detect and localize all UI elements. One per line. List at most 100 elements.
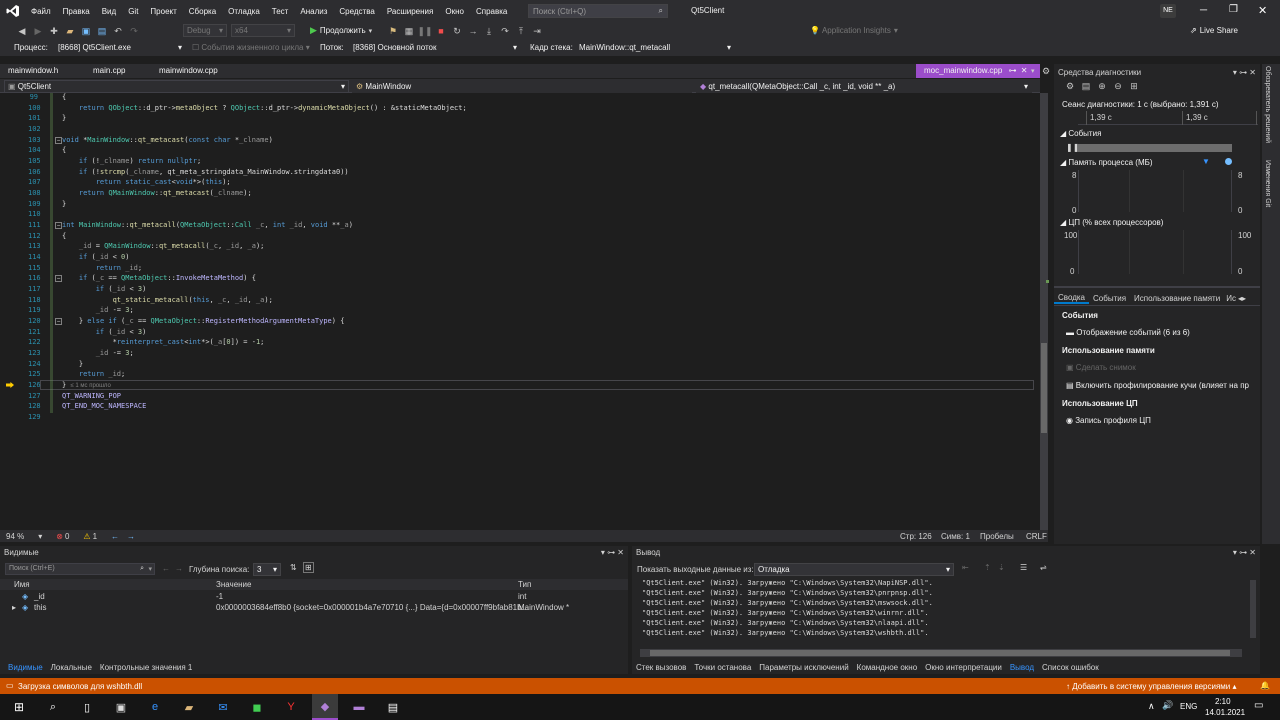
menu-test[interactable]: Тест xyxy=(266,7,295,16)
tab-exception-settings[interactable]: Параметры исключений xyxy=(755,663,852,672)
menu-extensions[interactable]: Расширения xyxy=(381,7,440,16)
search-icon[interactable]: ⌕ xyxy=(40,694,66,720)
depth-select[interactable]: 3 ▾ xyxy=(253,563,281,576)
nav-back-icon[interactable]: ← xyxy=(111,532,119,541)
mail-icon[interactable]: ✉ xyxy=(210,694,236,720)
select-tools-icon[interactable]: ▤ xyxy=(1080,80,1092,92)
diagnostics-splitter[interactable] xyxy=(1054,286,1260,288)
hex-icon[interactable]: ⇥ xyxy=(531,25,543,37)
pin-icon[interactable]: ⊶ xyxy=(607,548,615,557)
fold-toggle[interactable]: − xyxy=(55,275,62,282)
close-icon[interactable]: ✕ xyxy=(1249,68,1256,77)
volume-icon[interactable]: 🔊 xyxy=(1162,700,1173,711)
find-message-icon[interactable]: ⇤ xyxy=(962,563,969,572)
filter-icon[interactable]: ▼ xyxy=(1202,157,1210,166)
menu-window[interactable]: Окно xyxy=(439,7,470,16)
close-tab-icon[interactable]: ✕ xyxy=(1021,66,1028,75)
tab-mainwindow-cpp[interactable]: mainwindow.cpp xyxy=(151,64,226,78)
step-into-icon[interactable]: ⤓ xyxy=(483,25,495,37)
keyboard-language[interactable]: ENG xyxy=(1180,702,1197,711)
line-endings[interactable]: CRLF xyxy=(1026,532,1047,541)
output-hscroll-thumb[interactable] xyxy=(650,650,1230,656)
diag-icon[interactable]: ▦ xyxy=(403,25,415,37)
user-avatar[interactable]: NE xyxy=(1160,4,1176,18)
settings-icon[interactable]: ⚙ xyxy=(1064,80,1076,92)
tab-cpu[interactable]: Ис xyxy=(1224,294,1238,303)
store-icon[interactable]: ▣ xyxy=(108,694,134,720)
git-changes-tab[interactable]: Изменения Git xyxy=(1264,160,1271,207)
back-nav-icon[interactable]: ◀ xyxy=(16,25,28,37)
fold-toggle[interactable]: − xyxy=(55,137,62,144)
save-icon[interactable]: ▣ xyxy=(80,25,92,37)
pause-icon[interactable]: ❚❚ xyxy=(417,25,432,37)
continue-button[interactable]: ▶ Продолжить ▾ xyxy=(310,25,372,36)
member-select[interactable]: ◆ qt_metacall(QMetaObject::Call _c, int … xyxy=(696,80,1032,93)
solution-explorer-tab[interactable]: Обозреватель решений xyxy=(1264,66,1271,143)
next-message-icon[interactable]: ⇣ xyxy=(998,563,1005,572)
pin-columns-icon[interactable]: ⇅ xyxy=(290,563,297,572)
table-row[interactable]: ▸ ◈ this 0x0000003684eff8b0 {socket=0x00… xyxy=(0,603,628,613)
notifications-icon[interactable]: 🔔 xyxy=(1260,681,1270,690)
menu-git[interactable]: Git xyxy=(122,7,144,16)
expand-icon[interactable]: ▸ xyxy=(12,603,16,612)
class-scope-select[interactable]: ⚙ MainWindow xyxy=(352,80,692,93)
col-name[interactable]: Имя xyxy=(14,580,30,589)
nav-forward-icon[interactable]: → xyxy=(127,532,135,541)
show-events-link[interactable]: ▬ Отображение событий (6 из 6) xyxy=(1066,328,1190,337)
warning-icon[interactable]: ⚠ xyxy=(83,532,90,541)
vertical-scrollbar[interactable] xyxy=(1040,93,1048,530)
tab-locals[interactable]: Локальные xyxy=(47,663,96,672)
stop-icon[interactable]: ■ xyxy=(435,25,447,37)
chevron-down-icon[interactable]: ▾ xyxy=(601,548,605,557)
qt-creator-icon[interactable]: ◼ xyxy=(244,694,270,720)
zoom-out-icon[interactable]: ⊖ xyxy=(1112,80,1124,92)
menu-project[interactable]: Проект xyxy=(144,7,182,16)
source-control-button[interactable]: ↑ Добавить в систему управления версиями… xyxy=(1066,682,1237,691)
settings-gear-icon[interactable]: ⚙ xyxy=(1042,66,1050,77)
menu-build[interactable]: Сборка xyxy=(183,7,222,16)
pin-icon[interactable]: ⊶ xyxy=(1009,66,1017,75)
tab-main-cpp[interactable]: main.cpp xyxy=(85,64,133,78)
col-type[interactable]: Тип xyxy=(518,580,531,589)
table-row[interactable]: ◈ _id -1 int xyxy=(0,592,628,602)
output-vscroll-thumb[interactable] xyxy=(1250,580,1256,638)
tab-scroll-right-icon[interactable]: ▸ xyxy=(1242,294,1246,303)
tab-mainwindow-h[interactable]: mainwindow.h xyxy=(0,64,66,78)
task-view-icon[interactable]: ▯ xyxy=(74,694,100,720)
prev-message-icon[interactable]: ⇡ xyxy=(984,563,991,572)
tab-command-window[interactable]: Командное окно xyxy=(853,663,922,672)
close-icon[interactable]: ✕ xyxy=(617,548,624,557)
hex-display-icon[interactable]: ⊞ xyxy=(303,562,314,573)
tab-events[interactable]: События xyxy=(1089,294,1130,303)
edge-icon[interactable]: e xyxy=(142,694,168,720)
record-cpu-button[interactable]: ◉ Запись профиля ЦП xyxy=(1066,416,1151,425)
cpu-header[interactable]: ◢ ЦП (% всех процессоров) xyxy=(1060,218,1163,227)
menu-help[interactable]: Справка xyxy=(470,7,513,16)
platform-select[interactable]: x64 ▾ xyxy=(231,24,295,37)
yandex-icon[interactable]: Y xyxy=(278,694,304,720)
tray-chevron-icon[interactable]: ∧ xyxy=(1148,701,1155,712)
tab-watch-1[interactable]: Контрольные значения 1 xyxy=(96,663,196,672)
tab-overflow-icon[interactable]: ▾ xyxy=(1031,67,1035,75)
close-icon[interactable]: ✕ xyxy=(1249,548,1256,557)
fold-toggle[interactable]: − xyxy=(55,222,62,229)
search-next-icon[interactable]: → xyxy=(175,564,183,573)
search-prev-icon[interactable]: ← xyxy=(162,564,170,573)
process-select[interactable]: [8668] Qt5Client.exe ▾ xyxy=(54,41,186,54)
zoom-level[interactable]: 94 % xyxy=(6,532,24,541)
show-next-icon[interactable]: → xyxy=(467,25,479,37)
application-insights[interactable]: 💡 Application Insights ▾ xyxy=(810,26,898,35)
tab-breakpoints[interactable]: Точки останова xyxy=(690,663,755,672)
menu-edit[interactable]: Правка xyxy=(57,7,96,16)
project-scope-select[interactable]: ▣ Qt5Client ▾ xyxy=(4,80,349,93)
indent-mode[interactable]: Пробелы xyxy=(980,532,1014,541)
minimize-button[interactable]: ─ xyxy=(1200,5,1207,16)
new-item-icon[interactable]: ✚ xyxy=(48,25,60,37)
step-out-icon[interactable]: ⤒ xyxy=(515,25,527,37)
chevron-down-icon[interactable]: ▾ xyxy=(1233,68,1237,77)
vs-logo-icon[interactable] xyxy=(6,4,20,18)
tab-autos[interactable]: Видимые xyxy=(4,663,47,672)
tab-output[interactable]: Вывод xyxy=(1006,663,1038,672)
memory-header[interactable]: ◢ Память процесса (МБ) xyxy=(1060,158,1153,167)
visual-studio-icon[interactable]: ◆ xyxy=(312,694,338,720)
